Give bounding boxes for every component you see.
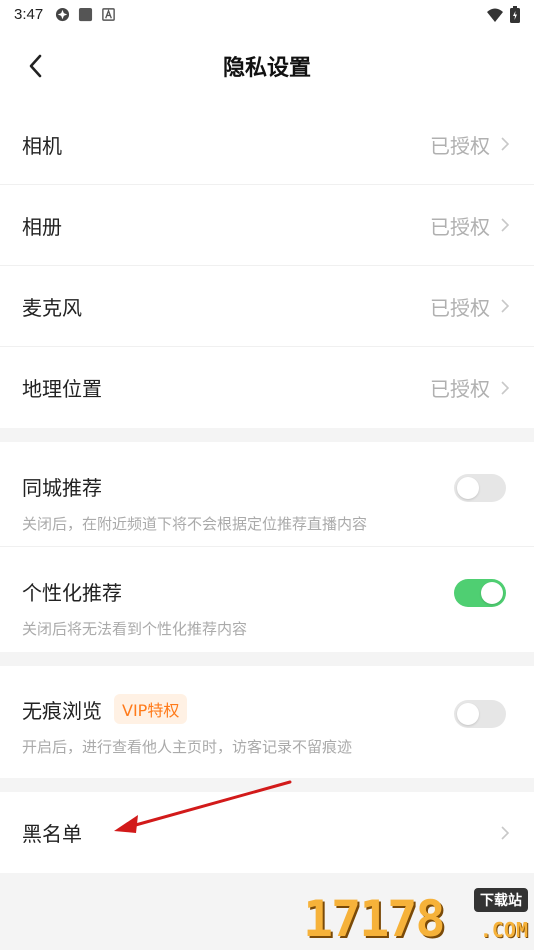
- chevron-right-icon: [501, 825, 510, 840]
- chevron-right-icon: [501, 299, 510, 313]
- incognito-group: 无痕浏览 VIP特权 开启后，进行查看他人主页时，访客记录不留痕迹: [0, 666, 534, 778]
- toggle-row-incognito: 无痕浏览 VIP特权 开启后，进行查看他人主页时，访客记录不留痕迹: [0, 666, 534, 778]
- permission-row-album[interactable]: 相册 已授权: [0, 185, 534, 266]
- permission-row-location[interactable]: 地理位置 已授权: [0, 347, 534, 428]
- vip-badge: VIP特权: [114, 694, 188, 724]
- page-title: 隐私设置: [222, 56, 311, 81]
- section-gap: [0, 428, 534, 442]
- status-bar: 3:47: [0, 0, 534, 28]
- blacklist-label: 黑名单: [22, 822, 82, 846]
- nav-bar: 隐私设置: [0, 28, 534, 104]
- local-recommend-switch[interactable]: [454, 474, 506, 502]
- status-time: 3:47: [14, 5, 44, 23]
- recommend-group: 同城推荐 关闭后，在附近频道下将不会根据定位推荐直播内容 个性化推荐 关闭后将无…: [0, 442, 534, 652]
- section-gap: [0, 778, 534, 792]
- personalized-recommend-switch[interactable]: [454, 579, 506, 607]
- watermark-tag: 下载站: [474, 888, 528, 912]
- permission-status: 已授权: [430, 214, 490, 239]
- chevron-right-icon: [501, 218, 510, 232]
- permission-label: 地理位置: [22, 377, 102, 401]
- blacklist-row[interactable]: 黑名单: [0, 792, 534, 873]
- switch-knob: [481, 582, 503, 604]
- toggle-description: 关闭后将无法看到个性化推荐内容: [22, 620, 248, 638]
- permission-label: 相机: [22, 133, 62, 158]
- watermark-digits: 17178: [303, 890, 446, 948]
- permission-label: 相册: [22, 214, 62, 239]
- permission-status: 已授权: [430, 133, 490, 158]
- toggle-title: 同城推荐: [22, 476, 102, 500]
- wifi-icon: [487, 8, 503, 22]
- battery-icon: [510, 6, 520, 23]
- section-gap: [0, 652, 534, 666]
- toggle-description: 开启后，进行查看他人主页时，访客记录不留痕迹: [22, 738, 353, 756]
- switch-knob: [457, 477, 479, 499]
- chevron-right-icon: [501, 137, 510, 151]
- toggle-row-local-recommend: 同城推荐 关闭后，在附近频道下将不会根据定位推荐直播内容: [0, 442, 534, 547]
- permission-row-camera[interactable]: 相机 已授权: [0, 104, 534, 185]
- incognito-switch[interactable]: [454, 700, 506, 728]
- a-box-icon: [102, 7, 116, 21]
- permission-status: 已授权: [430, 377, 490, 401]
- permission-label: 麦克风: [22, 295, 82, 320]
- site-watermark: 17178 下载站 .COM: [303, 888, 528, 948]
- chevron-right-icon: [501, 380, 510, 395]
- square-icon: [79, 7, 93, 21]
- permission-row-microphone[interactable]: 麦克风 已授权: [0, 266, 534, 347]
- switch-knob: [457, 703, 479, 725]
- permissions-group: 相机 已授权 相册 已授权 麦克风 已授权 地理位置 已授权: [0, 104, 534, 428]
- watermark-domain: .COM: [479, 918, 528, 942]
- permission-status: 已授权: [430, 295, 490, 320]
- toggle-description: 关闭后，在附近频道下将不会根据定位推荐直播内容: [22, 515, 368, 533]
- toggle-title: 个性化推荐: [22, 581, 122, 605]
- toggle-row-personalized-recommend: 个性化推荐 关闭后将无法看到个性化推荐内容: [0, 547, 534, 652]
- pinwheel-icon: [56, 7, 70, 21]
- toggle-title: 无痕浏览: [22, 698, 102, 723]
- chevron-left-icon[interactable]: [22, 52, 50, 80]
